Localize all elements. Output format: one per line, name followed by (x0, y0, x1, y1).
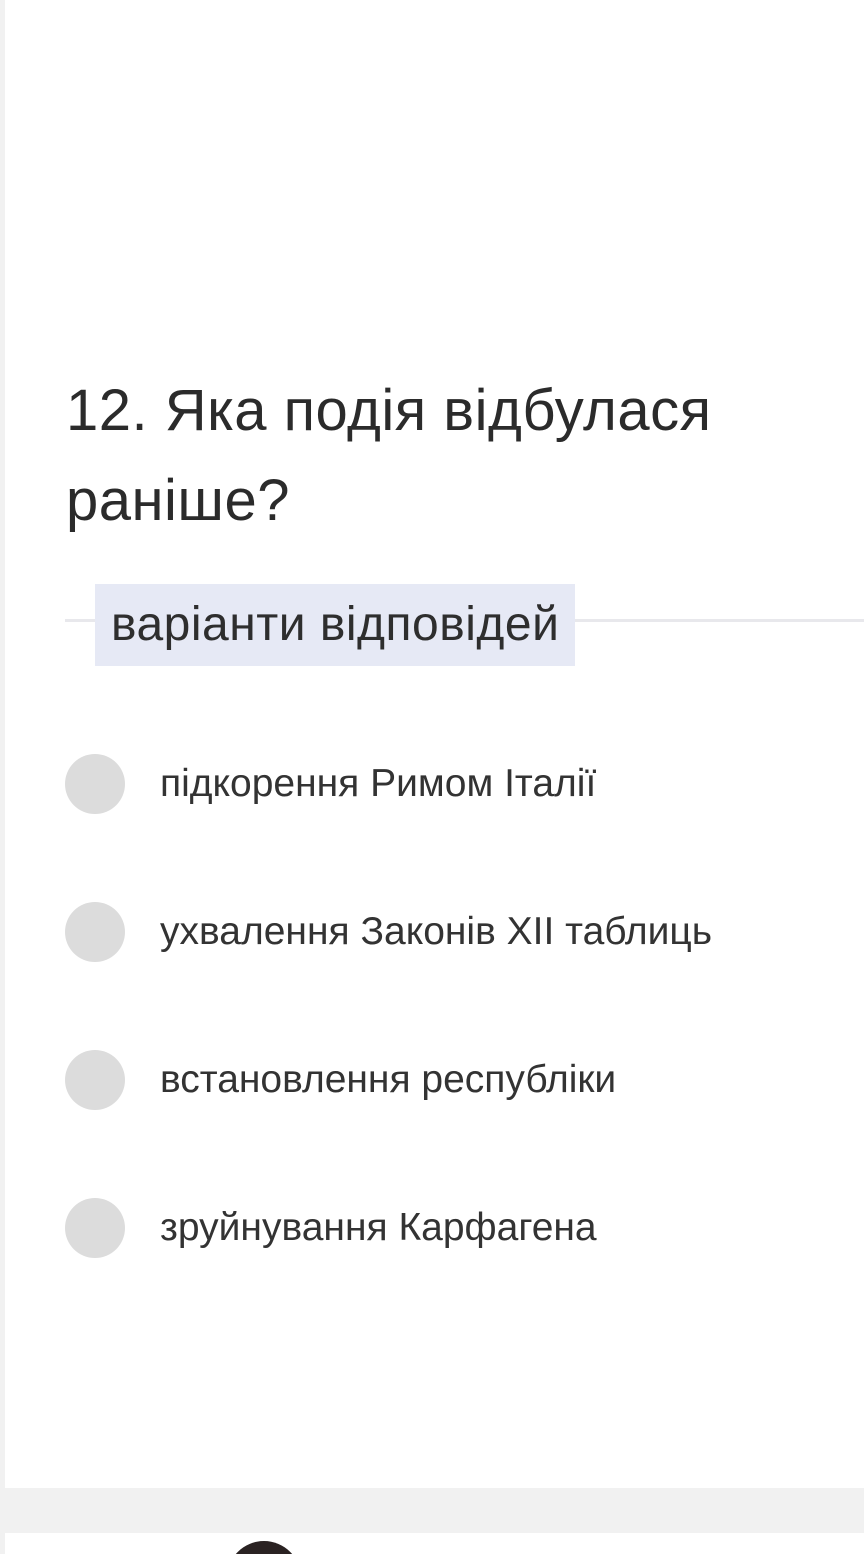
question-card: 12. Яка подія відбулася раніше? варіанти… (5, 0, 864, 1488)
question-text: 12. Яка подія відбулася раніше? (66, 378, 712, 533)
answer-option-label: встановлення республіки (160, 1058, 617, 1101)
radio-button[interactable] (65, 754, 125, 814)
radio-button[interactable] (65, 902, 125, 962)
avatar (227, 1541, 301, 1554)
answer-option-label: підкорення Римом Італії (160, 762, 597, 805)
answer-option[interactable]: ухвалення Законів XII таблиць (65, 884, 855, 1032)
answer-option-label: зруйнування Карфагена (160, 1206, 597, 1249)
answer-option-label: ухвалення Законів XII таблиць (160, 910, 713, 953)
answer-options-label: варіанти відповідей (95, 584, 576, 666)
next-card-peek (5, 1533, 864, 1554)
radio-button[interactable] (65, 1198, 125, 1258)
answer-option[interactable]: зруйнування Карфагена (65, 1180, 855, 1328)
answer-option[interactable]: встановлення республіки (65, 1032, 855, 1180)
answer-option[interactable]: підкорення Римом Італії (65, 736, 855, 884)
radio-button[interactable] (65, 1050, 125, 1110)
answer-options-list: підкорення Римом Італії ухвалення Законі… (65, 736, 855, 1328)
